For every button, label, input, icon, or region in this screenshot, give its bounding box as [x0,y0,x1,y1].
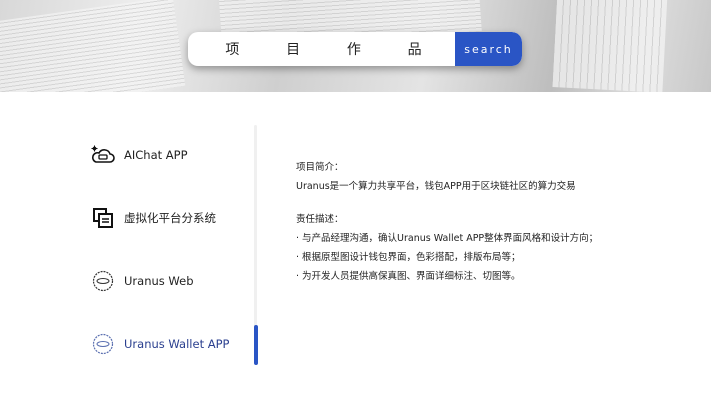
top-nav: 项 目 作 品 search [188,32,522,66]
newspaper-image [0,0,185,92]
project-details: 项目简介： Uranus是一个算力共享平台，钱包APP用于区块链社区的算力交易 … [296,158,598,286]
sidebar-item-virtualization[interactable]: 虚拟化平台分系统 [90,207,216,229]
duty-item: · 与产品经理沟通，确认Uranus Wallet APP整体界面风格和设计方向… [296,229,598,248]
sidebar-item-aichat[interactable]: AIChat APP [90,144,188,166]
nav-tab[interactable]: 作 [347,39,361,59]
uranus-logo-icon [90,333,116,355]
sidebar-item-label: Uranus Web [124,274,194,288]
sidebar-item-label: AIChat APP [124,148,188,162]
sidebar-item-label: 虚拟化平台分系统 [124,210,216,226]
nav-tab[interactable]: 品 [408,39,422,59]
calendar-image [552,0,667,92]
windows-stack-icon [90,207,116,229]
sidebar-item-uranus-wallet[interactable]: Uranus Wallet APP [90,333,229,355]
duty-item: · 根据原型图设计钱包界面，色彩搭配，排版布局等； [296,248,598,267]
sidebar-item-uranus-web[interactable]: Uranus Web [90,270,194,292]
active-item-indicator [254,325,258,365]
duty-item: · 为开发人员提供高保真图、界面详细标注、切图等。 [296,267,598,286]
nav-tab[interactable]: 目 [286,39,300,59]
cloud-robot-icon [90,144,116,166]
duty-title: 责任描述： [296,210,598,229]
sidebar-item-label: Uranus Wallet APP [124,337,229,351]
intro-title: 项目简介： [296,158,598,177]
intro-text: Uranus是一个算力共享平台，钱包APP用于区块链社区的算力交易 [296,177,598,196]
nav-tab[interactable]: 项 [225,39,239,59]
search-button[interactable]: search [455,32,522,66]
uranus-logo-icon [90,270,116,292]
